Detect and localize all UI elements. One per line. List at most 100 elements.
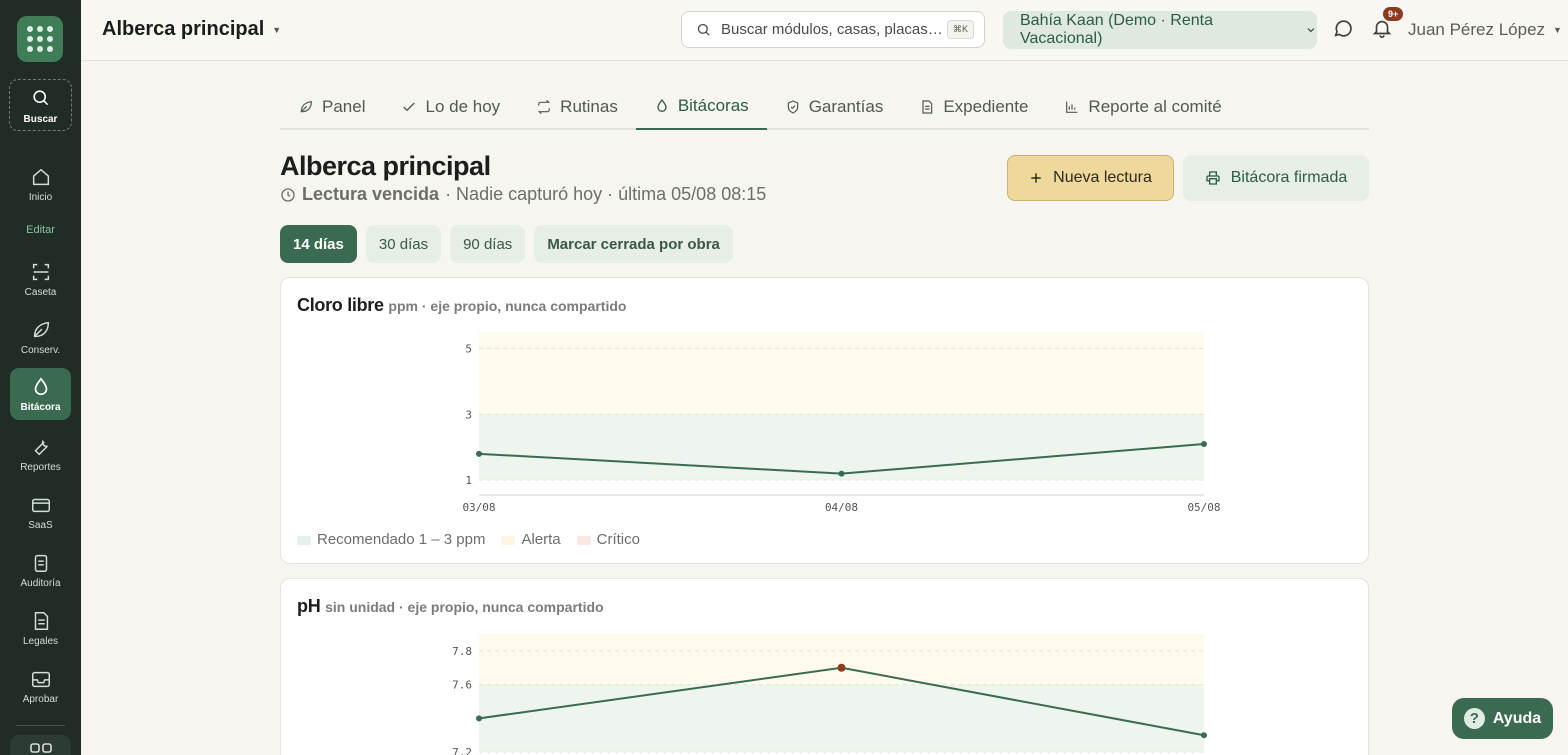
tab-label: Garantías	[808, 97, 884, 116]
user-name: Juan Pérez López	[1408, 20, 1546, 39]
sidebar-item-saas[interactable]: SaaS	[10, 486, 71, 538]
tab-label: Panel	[322, 97, 366, 116]
ph-chart: 7.2 7.6 7.8	[452, 634, 1207, 755]
tab-garantias[interactable]: Garantías	[767, 86, 902, 128]
inbox-icon	[31, 671, 50, 688]
property-name: Bahía Kaan (Demo · Renta Vacacional)	[1020, 12, 1213, 47]
chevron-down-icon	[1307, 28, 1315, 33]
legend-critical: Crítico	[576, 531, 640, 548]
data-point	[1201, 440, 1207, 447]
top-bar: Alberca principal ▼ ⌘K Bahía Kaan (Demo …	[81, 0, 1568, 61]
sidebar-item-label: Legales	[22, 636, 59, 647]
alert-band	[479, 332, 1204, 415]
repeat-icon	[538, 99, 551, 115]
x-tick-label: 05/08	[1187, 501, 1220, 514]
sidebar-item-label: Reportes	[20, 462, 61, 473]
sidebar-item-inicio[interactable]: Inicio	[10, 158, 71, 210]
sidebar-item-label: Bitácora	[20, 402, 61, 413]
tab-label: Lo de hoy	[425, 97, 501, 116]
new-reading-button[interactable]: Nueva lectura	[1007, 155, 1174, 201]
legend-label: Crítico	[596, 531, 640, 548]
tab-rutinas[interactable]: Rutinas	[518, 86, 636, 128]
card-icon	[31, 498, 50, 513]
page-title: Alberca principal	[280, 151, 491, 181]
check-icon	[403, 102, 416, 112]
tab-reporte-comite[interactable]: Reporte al comité	[1046, 86, 1239, 128]
signed-log-button[interactable]: Bitácora firmada	[1183, 155, 1369, 201]
range-selector: 14 días 30 días 90 días Marcar cerrada p…	[280, 225, 733, 263]
reading-status: Lectura vencida · Nadie capturó hoy · úl…	[280, 184, 766, 205]
sidebar-item-label: Inicio	[28, 192, 53, 203]
tab-panel[interactable]: Panel	[280, 86, 383, 128]
range-30-days[interactable]: 30 días	[365, 225, 442, 263]
page-selector[interactable]: Alberca principal ▼	[102, 18, 281, 41]
caret-down-icon: ▼	[1553, 25, 1562, 35]
sidebar-item-label: SaaS	[28, 520, 53, 531]
tab-bitacoras[interactable]: Bitácoras	[635, 86, 767, 130]
x-tick-label: 03/08	[462, 501, 495, 514]
clipboard-icon	[34, 554, 47, 572]
scan-icon	[32, 263, 49, 281]
sidebar-item-label: Aprobar	[22, 694, 59, 705]
sidebar-item-conserv[interactable]: Conserv.	[10, 311, 71, 363]
range-14-days[interactable]: 14 días	[280, 225, 357, 263]
y-tick-label: 7.6	[452, 679, 472, 692]
data-point	[476, 450, 482, 457]
chlorine-chart: 1 3 5 03/08 04/08 05/08	[462, 332, 1221, 514]
user-menu[interactable]: Juan Pérez López ▼	[1408, 20, 1562, 40]
mark-closed-for-works-button[interactable]: Marcar cerrada por obra	[534, 225, 733, 263]
legend-label: Recomendado 1 – 3 ppm	[317, 531, 486, 548]
chart-legend: Recomendado 1 – 3 ppm Alerta Crítico	[297, 531, 640, 548]
sidebar-item-legales[interactable]: Legales	[10, 602, 71, 654]
sidebar-item-reportes[interactable]: Reportes	[10, 428, 71, 480]
sidebar-search-button[interactable]: Buscar	[9, 79, 72, 131]
search-icon	[33, 90, 49, 106]
y-tick-label: 7.2	[452, 746, 472, 755]
more-grid-icon	[29, 743, 52, 753]
y-tick-label: 1	[465, 474, 472, 487]
chat-icon[interactable]	[1332, 17, 1354, 39]
sidebar-item-label: Auditoría	[20, 578, 61, 589]
section-tabs: Panel Lo de hoy Rutinas Bitácoras Garant…	[280, 86, 1369, 130]
recommended-band	[479, 414, 1204, 481]
status-overdue: Lectura vencida	[302, 184, 440, 204]
sidebar-item-label: Conserv.	[20, 345, 61, 356]
tab-label: Expediente	[943, 97, 1029, 116]
help-button[interactable]: ? Ayuda	[1452, 698, 1553, 739]
droplet-icon	[34, 377, 47, 396]
bar-chart-icon	[1066, 101, 1078, 113]
legend-swatch	[297, 535, 311, 545]
question-icon: ?	[1463, 708, 1485, 729]
signed-log-label: Bitácora firmada	[1230, 169, 1348, 186]
data-point	[837, 663, 846, 672]
sidebar-item-label: Caseta	[24, 287, 57, 298]
sidebar-more-button[interactable]	[10, 735, 71, 755]
leaf-icon	[33, 321, 49, 338]
tab-label: Reporte al comité	[1088, 97, 1222, 116]
sidebar-item-auditoria[interactable]: Auditoría	[10, 544, 71, 596]
file-icon	[922, 100, 933, 114]
search-icon	[697, 23, 710, 36]
tab-lo-de-hoy[interactable]: Lo de hoy	[383, 86, 518, 128]
alert-band	[479, 634, 1204, 685]
legend-alert: Alerta	[501, 531, 561, 548]
new-reading-label: Nueva lectura	[1053, 169, 1152, 186]
sidebar-item-aprobar[interactable]: Aprobar	[10, 660, 71, 712]
search-input[interactable]	[721, 21, 941, 38]
global-search[interactable]: ⌘K	[681, 11, 985, 48]
page-selector-label: Alberca principal	[102, 18, 265, 40]
search-shortcut-hint: ⌘K	[946, 20, 974, 39]
droplet-icon	[657, 98, 667, 112]
tab-label: Rutinas	[560, 97, 618, 116]
sidebar-item-caseta[interactable]: Caseta	[10, 253, 71, 305]
data-point	[476, 715, 482, 722]
leaf-icon	[300, 100, 312, 113]
sidebar-item-bitacora[interactable]: Bitácora	[10, 368, 71, 420]
legend-recommended: Recomendado 1 – 3 ppm	[297, 531, 485, 548]
caret-down-icon: ▼	[272, 24, 282, 35]
tab-expediente[interactable]: Expediente	[901, 86, 1046, 128]
range-90-days[interactable]: 90 días	[450, 225, 526, 263]
property-selector[interactable]: Bahía Kaan (Demo · Renta Vacacional)	[1003, 11, 1317, 49]
app-grid-logo[interactable]	[17, 16, 63, 62]
legend-label: Alerta	[521, 531, 561, 548]
